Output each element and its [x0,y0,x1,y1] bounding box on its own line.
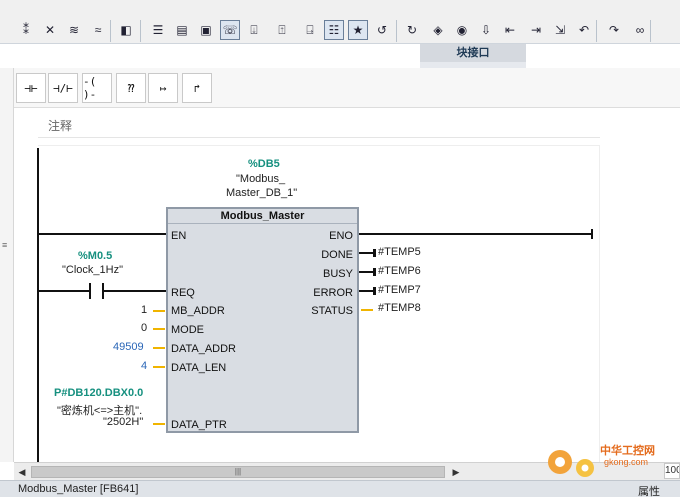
block-title: Modbus_Master [168,209,357,224]
done-value[interactable]: #TEMP5 [378,246,421,258]
status-value[interactable]: #TEMP8 [378,302,421,314]
toolbar-separator [110,20,111,42]
error-connector [373,287,376,295]
comment-divider [38,137,600,138]
data-len-value[interactable]: 4 [141,360,147,372]
data-addr-tick [153,347,165,349]
instance-db-address[interactable]: %DB5 [248,158,280,170]
collapse-networks-icon[interactable]: ≈ [88,20,108,40]
eno-wire [359,233,593,235]
req-wire-left [39,290,89,292]
data-ptr-symbol-line2[interactable]: "2502H" [103,416,143,428]
req-contact-symbol[interactable]: "Clock_1Hz" [62,264,123,276]
coil-icon[interactable]: -( )- [82,73,112,103]
req-contact-address[interactable]: %M0.5 [78,250,112,262]
delete-network-icon[interactable]: ✕ [40,20,60,40]
download-icon[interactable]: ⇩ [476,20,496,40]
pin-done[interactable]: DONE [321,249,353,261]
mode-value[interactable]: 0 [141,322,147,334]
absolute-address-icon[interactable]: ⍐ [272,20,292,40]
watch-icon[interactable]: ◈ [428,20,448,40]
pin-data-len[interactable]: DATA_LEN [171,362,226,374]
watermark-title: 中华工控网 [600,445,655,457]
list-view-icon[interactable]: ☰ [148,20,168,40]
monitoring-glasses-icon[interactable]: ∞ [630,20,650,40]
pin-status[interactable]: STATUS [311,305,353,317]
comment-toggle-icon[interactable]: ☏ [220,20,240,40]
favorites-icon[interactable]: ☷ [324,20,344,40]
power-rail [37,148,39,462]
step-over-icon[interactable]: ⇥ [526,20,546,40]
gutter-marker: ≡ [2,240,8,250]
star-icon[interactable]: ★ [348,20,368,40]
open-block-title[interactable]: Modbus_Master [FB641] [18,483,138,495]
eno-wire-end [591,229,593,239]
toolbar-separator [396,20,397,42]
fbd-view-icon[interactable]: ▣ [196,20,216,40]
done-wire [359,252,373,254]
toolbar-separator [596,20,597,42]
error-value[interactable]: #TEMP7 [378,284,421,296]
block-interface-panel-title[interactable]: 块接口 [420,44,526,62]
close-branch-icon[interactable]: ↱ [182,73,212,103]
busy-connector [373,268,376,276]
error-wire [359,290,373,292]
status-bar: Modbus_Master [FB641] 属性 [0,480,680,498]
en-wire [39,233,166,235]
pin-mb-addr[interactable]: MB_ADDR [171,305,225,317]
ladder-view-icon[interactable]: ▤ [172,20,192,40]
pin-error[interactable]: ERROR [313,287,353,299]
symbol-info-icon[interactable]: ⍗ [244,20,264,40]
watermark-domain: gkong.com [604,457,649,467]
network-comment-label[interactable]: 注释 [48,117,72,134]
mb-addr-tick [153,310,165,312]
go-offline-icon[interactable]: ↻ [402,20,422,40]
expand-networks-icon[interactable]: ≋ [64,20,84,40]
data-ptr-tick [153,423,165,425]
pin-en[interactable]: EN [171,230,186,242]
instance-db-name-line1[interactable]: "Modbus_ [236,173,285,185]
toolbar-separator [140,20,141,42]
monitor-icon[interactable]: ◧ [116,20,136,40]
instance-db-name-line2[interactable]: Master_DB_1" [226,187,297,199]
pin-eno[interactable]: ENO [329,230,353,242]
jump-back-icon[interactable]: ⇤ [500,20,520,40]
contact-left-bar [89,283,91,299]
data-addr-value[interactable]: 49509 [113,341,144,353]
no-contact-icon[interactable]: ⊣⊢ [16,73,46,103]
busy-value[interactable]: #TEMP6 [378,265,421,277]
scroll-right-icon[interactable]: ▶ [449,465,463,479]
pin-data-addr[interactable]: DATA_ADDR [171,343,236,355]
go-online-icon[interactable]: ↺ [372,20,392,40]
empty-box-icon[interactable]: ⁇ [116,73,146,103]
modify-icon[interactable]: ◉ [452,20,472,40]
nc-contact-icon[interactable]: ⊣/⊢ [48,73,78,103]
busy-wire [359,271,373,273]
status-tick [361,309,373,311]
mode-tick [153,328,165,330]
network-sort-icon[interactable]: ⍈ [300,20,320,40]
pin-busy[interactable]: BUSY [323,268,353,280]
ladder-favorites-bar: ⊣⊢ ⊣/⊢ -( )- ⁇ ↦ ↱ [14,68,680,108]
done-connector [373,249,376,257]
scroll-left-icon[interactable]: ◀ [15,465,29,479]
redo-icon[interactable]: ↷ [604,20,624,40]
req-wire-right [104,290,166,292]
open-branch-icon[interactable]: ↦ [148,73,178,103]
pin-mode[interactable]: MODE [171,324,204,336]
scroll-thumb[interactable]: ||| [31,466,445,478]
modbus-master-block[interactable]: Modbus_Master EN REQ MB_ADDR MODE DATA_A… [166,207,359,433]
data-ptr-address[interactable]: P#DB120.DBX0.0 [54,387,143,399]
editor-toolbar: ⁑ ✕ ≋ ≈ ◧ ☰ ▤ ▣ ☏ ⍗ ⍐ ⍈ ☷ ★ ↺ ↻ ◈ ◉ ⇩ ⇤ ⇥ ⇲ ↶ ↷ ∞ [0,0,680,44]
insert-network-icon[interactable]: ⁑ [16,20,36,40]
data-len-tick [153,366,165,368]
pin-req[interactable]: REQ [171,287,195,299]
step-into-icon[interactable]: ⇲ [550,20,570,40]
left-edge-gutter: ≡ [0,68,14,462]
toolbar-separator [650,20,651,42]
mb-addr-value[interactable]: 1 [141,304,147,316]
pin-data-ptr[interactable]: DATA_PTR [171,419,227,431]
undo-icon[interactable]: ↶ [574,20,594,40]
